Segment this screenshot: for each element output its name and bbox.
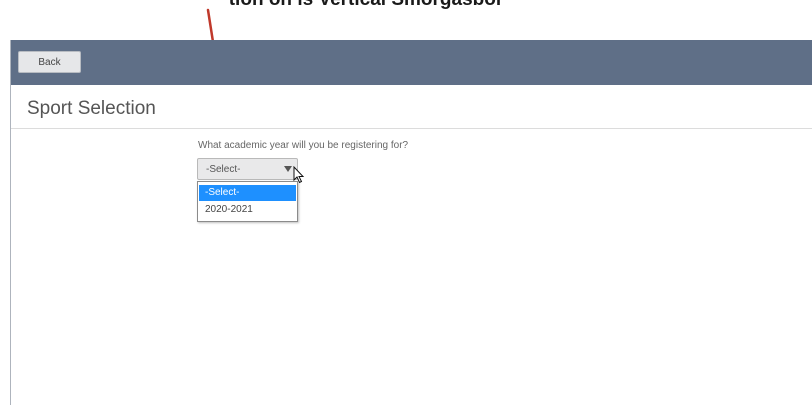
page-title: Sport Selection — [27, 98, 156, 119]
back-button[interactable]: Back — [18, 51, 81, 73]
mouse-cursor-icon — [293, 166, 305, 184]
select-value: -Select- — [206, 164, 241, 175]
academic-year-dropdown: -Select- 2020-2021 — [197, 181, 298, 222]
toolbar: Back — [11, 40, 812, 85]
academic-year-question: What academic year will you be registeri… — [198, 140, 409, 151]
option-2020-2021[interactable]: 2020-2021 — [199, 202, 296, 218]
option-select[interactable]: -Select- — [199, 185, 296, 201]
app-window: Back Sport Selection What academic year … — [10, 40, 812, 405]
chevron-down-icon — [284, 166, 292, 172]
academic-year-select[interactable]: -Select- — [197, 158, 298, 180]
title-bar: Sport Selection — [11, 85, 812, 129]
